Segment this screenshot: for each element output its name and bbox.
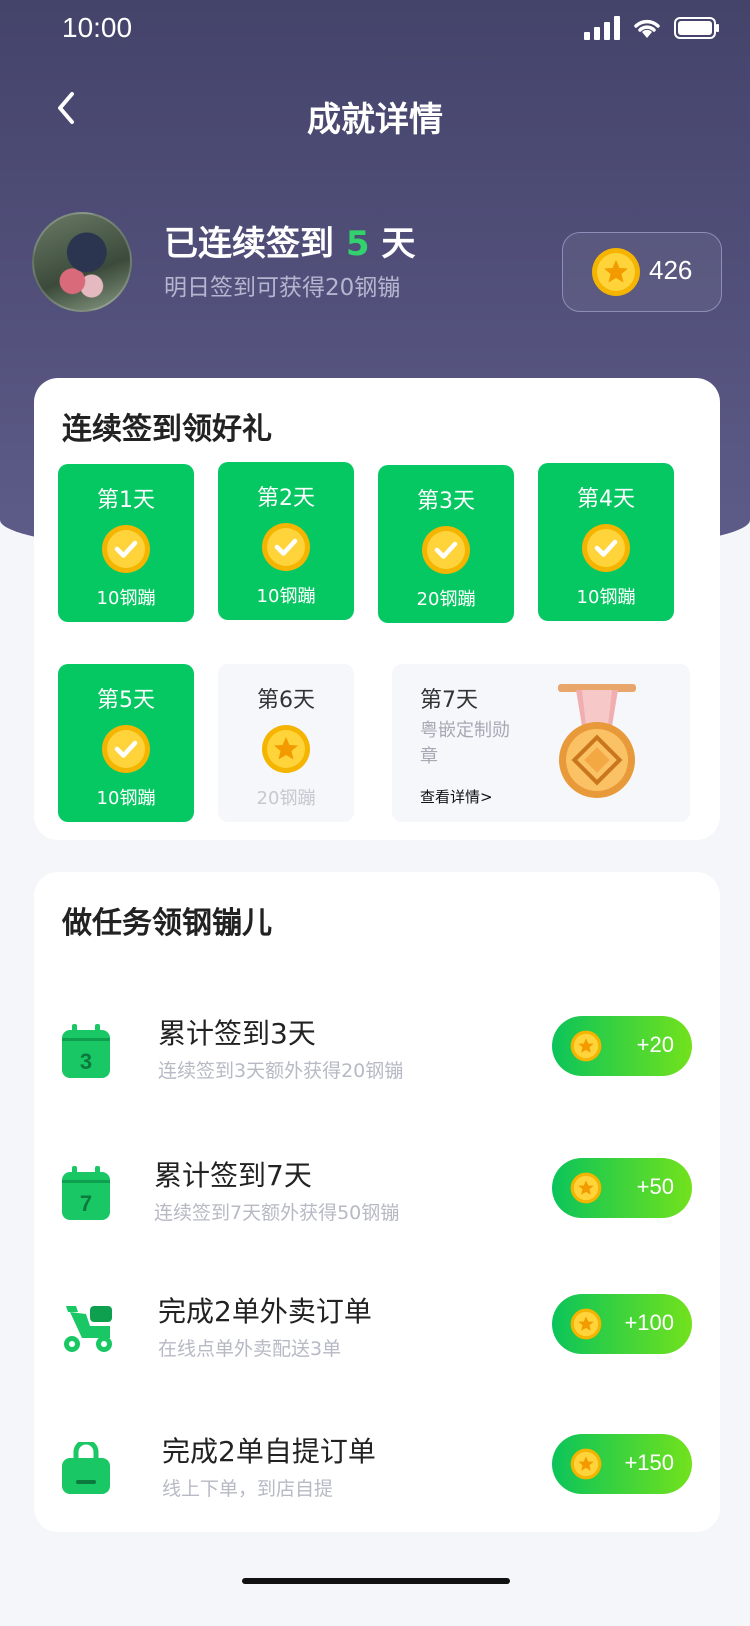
status-icons [584,16,720,40]
streak-text: 已连续签到 5 天 [164,216,415,265]
home-indicator[interactable] [242,1578,510,1584]
view-details-link[interactable]: 查看详情> [420,786,493,807]
checkin-day-4[interactable]: 第4天 10钢蹦 [538,463,674,621]
checkin-day-6[interactable]: 第6天 20钢蹦 [218,664,354,822]
calendar-7-icon: 7 [60,1166,112,1226]
task-desc: 连续签到3天额外获得20钢镚 [158,1060,404,1082]
svg-text:3: 3 [80,1049,92,1074]
check-coin-icon [581,523,631,577]
checkin-day-7[interactable]: 第7天 粤嵌定制勋章 查看详情> [392,664,690,822]
reward-value: +20 [636,1032,674,1057]
day-reward: 10钢蹦 [96,588,156,609]
task-item: 3 累计签到3天 连续签到3天额外获得20钢镚 +20 [34,1004,720,1124]
task-card: 做任务领钢镚儿 3 累计签到3天 连续签到3天额外获得20钢镚 +20 7 累计… [34,872,720,1532]
task-item: 7 累计签到7天 连续签到7天额外获得50钢镚 +50 [34,1146,720,1266]
day-label: 第6天 [257,688,315,713]
checkin-day-1[interactable]: 第1天 10钢蹦 [58,464,194,622]
star-coin-icon [591,247,641,301]
check-coin-icon [101,724,151,778]
checkin-card: 连续签到领好礼 第1天 10钢蹦 第2天 10钢蹦 第3天 20钢蹦 第4天 1… [34,378,720,840]
task-name: 累计签到3天 [158,1017,316,1050]
day-reward: 10钢蹦 [576,587,636,608]
task-desc: 连续签到7天额外获得50钢镚 [154,1202,400,1224]
star-coin-icon [261,724,311,778]
reward-value: +150 [624,1450,674,1475]
battery-icon [674,17,719,39]
task-desc: 线上下单，到店自提 [162,1478,334,1500]
day-label: 第5天 [97,688,155,713]
coin-count: 426 [649,255,693,285]
medal-icon [552,682,642,804]
day-label: 第3天 [417,489,475,514]
task-title: 做任务领钢镚儿 [62,906,272,941]
day-reward: 10钢蹦 [96,788,156,809]
check-coin-icon [101,524,151,578]
day-label: 第2天 [257,486,315,511]
streak-days: 5 [345,224,370,264]
wifi-icon [634,19,660,38]
avatar[interactable] [32,212,132,312]
reward-value: +50 [636,1174,674,1199]
day-reward: 20钢蹦 [416,589,476,610]
day7-desc: 粤嵌定制勋章 [420,720,510,767]
claim-button[interactable]: +100 [552,1294,692,1354]
checkin-day-3[interactable]: 第3天 20钢蹦 [378,465,514,623]
claim-button[interactable]: +50 [552,1158,692,1218]
star-coin-icon [570,1448,602,1484]
task-item: 完成2单自提订单 线上下单，到店自提 +150 [34,1422,720,1542]
star-coin-icon [570,1172,602,1208]
status-time: 10:00 [62,12,133,43]
claim-button[interactable]: +150 [552,1434,692,1494]
signal-icon [584,16,620,40]
scooter-icon [60,1302,116,1358]
page-title: 成就详情 [307,100,443,140]
task-item: 完成2单外卖订单 在线点单外卖配送3单 +100 [34,1282,720,1402]
day-label: 第1天 [97,488,155,513]
day-reward: 20钢蹦 [256,788,316,809]
star-coin-icon [570,1030,602,1066]
check-coin-icon [421,525,471,579]
profile-summary: 已连续签到 5 天 明日签到可获得20钢镚 426 [32,212,722,312]
tomorrow-tip: 明日签到可获得20钢镚 [164,275,401,301]
task-name: 累计签到7天 [154,1159,312,1192]
task-name: 完成2单自提订单 [162,1435,376,1468]
task-name: 完成2单外卖订单 [158,1295,372,1328]
reward-value: +100 [624,1310,674,1335]
streak-prefix: 已连续签到 [164,224,334,264]
claim-button[interactable]: +20 [552,1016,692,1076]
checkin-title: 连续签到领好礼 [62,412,272,447]
svg-text:7: 7 [80,1191,92,1216]
calendar-3-icon: 3 [60,1024,112,1084]
day-label: 第4天 [577,487,635,512]
nav-bar: 成就详情 [0,80,750,150]
status-bar: 10:00 [0,0,750,60]
day-label: 第7天 [420,688,478,713]
day-reward: 10钢蹦 [256,586,316,607]
check-coin-icon [261,522,311,576]
checkin-day-2[interactable]: 第2天 10钢蹦 [218,462,354,620]
shopping-bag-icon [60,1439,112,1500]
streak-suffix: 天 [381,224,416,264]
star-coin-icon [570,1308,602,1344]
task-desc: 在线点单外卖配送3单 [158,1338,342,1360]
coin-balance[interactable]: 426 [562,232,722,312]
checkin-day-5[interactable]: 第5天 10钢蹦 [58,664,194,822]
